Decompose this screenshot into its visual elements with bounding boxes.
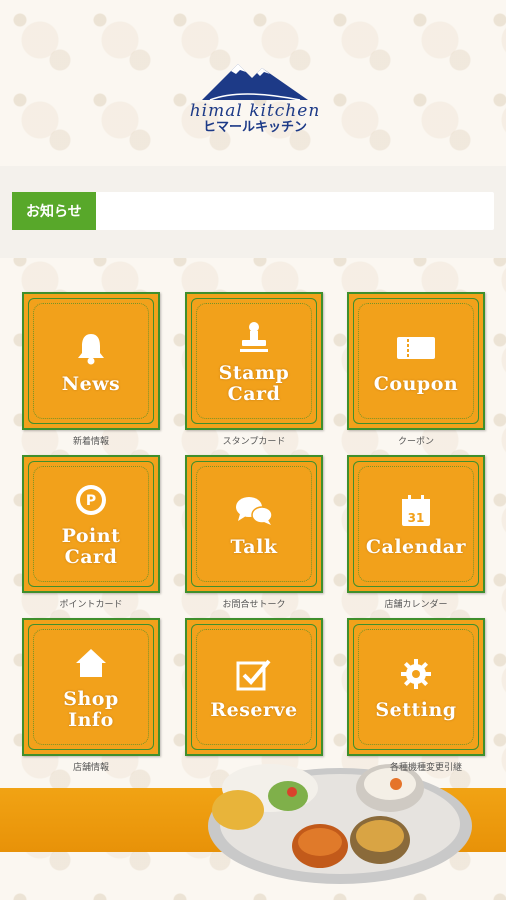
tile-caption-shop-info: 店舗情報 — [72, 763, 109, 773]
tile-stamp-card[interactable]: Stamp Card — [185, 292, 323, 430]
tile-caption-stamp-card: スタンプカード — [222, 437, 286, 447]
tile-caption-coupon: クーポン — [397, 437, 434, 447]
tile-reserve[interactable]: Reserve — [185, 618, 323, 756]
tile-calendar[interactable]: 31 Calendar — [347, 455, 485, 593]
bell-icon — [71, 328, 111, 368]
tile-label: Stamp Card — [218, 362, 290, 405]
calendar-day: 31 — [408, 511, 425, 525]
home-icon — [71, 643, 111, 683]
tile-caption-talk: お問合せトーク — [222, 600, 286, 610]
tile-caption-news: 新着情報 — [72, 437, 109, 447]
tile-label: News — [61, 372, 121, 395]
tile-label: Point Card — [61, 525, 121, 568]
tile-news[interactable]: News — [22, 292, 160, 430]
tile-label: Reserve — [210, 698, 298, 721]
svg-text:P: P — [86, 493, 96, 509]
tile-label: Coupon — [373, 372, 459, 395]
tile-label: Talk — [230, 535, 278, 558]
checkbox-icon — [234, 654, 274, 694]
tile-caption-calendar: 店舗カレンダー — [384, 600, 448, 610]
tile-caption-setting: 各種機種変更引継 — [389, 763, 462, 773]
tile-caption-point-card: ポイントカード — [59, 600, 123, 610]
tile-label: Shop Info — [63, 688, 119, 731]
calendar-icon: 31 — [396, 491, 436, 531]
point-coin-icon: P — [71, 480, 111, 520]
tile-talk[interactable]: Talk — [185, 455, 323, 593]
tile-point-card[interactable]: P Point Card — [22, 455, 160, 593]
tile-setting[interactable]: Setting — [347, 618, 485, 756]
tile-shop-info[interactable]: Shop Info — [22, 618, 160, 756]
chat-bubbles-icon — [234, 491, 274, 531]
tile-coupon[interactable]: Coupon — [347, 292, 485, 430]
tile-label: Setting — [375, 698, 457, 721]
ticket-icon — [396, 328, 436, 368]
tile-label: Calendar — [365, 535, 467, 558]
gear-icon — [396, 654, 436, 694]
menu-grid: News Stamp Card Coupon P Point Card Talk… — [0, 0, 506, 900]
stamp-icon — [234, 317, 274, 357]
